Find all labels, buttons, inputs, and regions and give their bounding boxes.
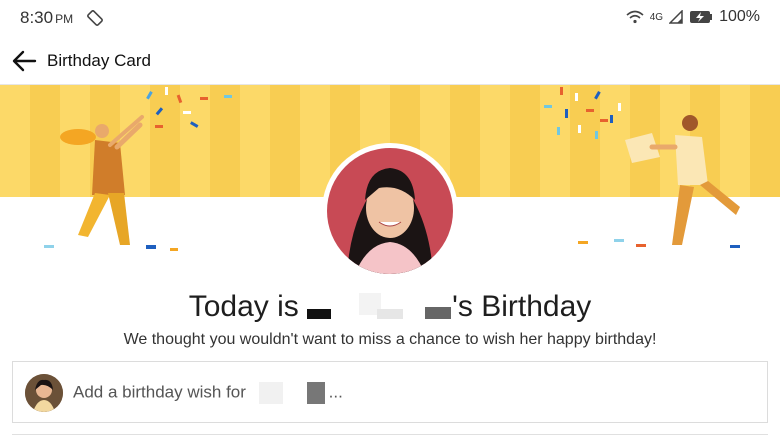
redacted-name [251, 382, 329, 404]
birthday-subline: We thought you wouldn't want to miss a c… [123, 331, 657, 348]
user-avatar [25, 374, 63, 412]
profile-avatar [327, 148, 453, 274]
battery-charging-icon [690, 11, 713, 23]
status-ampm: PM [55, 12, 74, 26]
page-title: Birthday Card [47, 51, 151, 70]
app-toolbar: Birthday Card [0, 36, 780, 85]
birthday-wish-input[interactable]: Add a birthday wish for ... [12, 361, 768, 423]
headline-suffix: 's Birthday [452, 290, 592, 323]
wish-placeholder-suffix: ... [328, 382, 343, 402]
network-type: 4G [649, 11, 664, 23]
left-person-figure [60, 115, 144, 245]
signal-icon [669, 10, 683, 24]
profile-avatar-frame [322, 143, 458, 279]
redacted-name [307, 293, 452, 323]
status-time-value: 8:30 [20, 8, 54, 27]
headline-prefix: Today is [188, 290, 299, 323]
wish-placeholder-prefix: Add a birthday wish for [73, 382, 246, 402]
wifi-icon [626, 10, 644, 24]
confetti-left-icon [146, 87, 232, 128]
birthday-headline: Today is 's Birthday [0, 290, 780, 324]
status-indicators: 4G 100% [626, 8, 760, 26]
screen-rotate-icon [87, 10, 103, 26]
wish-placeholder: Add a birthday wish for ... [73, 382, 343, 404]
confetti-right-icon [544, 87, 621, 139]
status-time: 8:30 PM [20, 8, 73, 28]
status-bar: 8:30 PM 4G 100% [0, 0, 780, 36]
divider [12, 434, 768, 435]
right-person-figure [625, 115, 740, 245]
battery-level: 100% [719, 8, 760, 25]
back-arrow-icon[interactable] [10, 48, 38, 74]
